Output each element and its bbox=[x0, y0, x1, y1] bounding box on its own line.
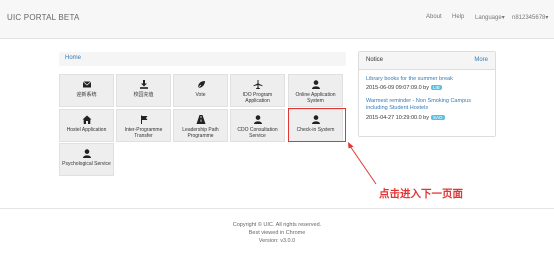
plane-icon bbox=[231, 80, 284, 89]
tile-label: CDO Consultation Service bbox=[237, 127, 278, 139]
notice-item-link[interactable]: Warmest reminder - Non Smoking Campus in… bbox=[366, 98, 490, 112]
flag-icon bbox=[117, 115, 170, 124]
breadcrumb: Home bbox=[59, 52, 346, 66]
footer-copyright: Copyright © UIC. All rights reserved. bbox=[232, 222, 322, 228]
tile-label: Psychological Service bbox=[62, 161, 111, 167]
tile-label: Leadership Path Programme bbox=[182, 127, 219, 139]
annotation-arrow bbox=[348, 142, 377, 185]
envelope-icon bbox=[60, 80, 113, 89]
top-navbar: UIC PORTAL BETA About Help Language▾ n81… bbox=[0, 0, 554, 39]
home-icon bbox=[60, 115, 113, 124]
user-icon bbox=[231, 115, 284, 124]
breadcrumb-home-link[interactable]: Home bbox=[65, 55, 81, 61]
tile-leadership-path-programme[interactable]: Leadership Path Programme bbox=[173, 109, 228, 142]
notice-item-meta: 2015-04-27 10:29:00.0 by SAO bbox=[366, 115, 445, 121]
highlight-box bbox=[288, 108, 346, 142]
tile-label: Online Application System bbox=[295, 92, 336, 104]
notice-item-badge: LIB bbox=[431, 85, 442, 91]
notice-item-date: 2015-06-09 09:07:09.0 by bbox=[366, 85, 429, 91]
nav-about-link[interactable]: About bbox=[426, 14, 442, 20]
road-icon bbox=[174, 115, 227, 124]
tile-hostel-application[interactable]: Hostel Application bbox=[59, 109, 114, 142]
brand-title[interactable]: UIC PORTAL BETA bbox=[7, 13, 80, 22]
tile-inter-programme-transfer[interactable]: Inter-Programme Transfer bbox=[116, 109, 171, 142]
tile-campus-topup[interactable]: 校园充值 bbox=[116, 74, 171, 107]
tile-orientation-system[interactable]: 迎新系统 bbox=[59, 74, 114, 107]
tile-label: Inter-Programme Transfer bbox=[124, 127, 163, 139]
notice-header: Notice More bbox=[359, 52, 495, 70]
tile-ido-program-application[interactable]: IDO Program Application bbox=[230, 74, 285, 107]
user-icon bbox=[60, 149, 113, 158]
nav-language-dropdown[interactable]: Language▾ bbox=[475, 14, 505, 21]
tile-cdo-consultation-service[interactable]: CDO Consultation Service bbox=[230, 109, 285, 142]
footer-version: Version: v3.0.0 bbox=[258, 238, 296, 244]
notice-item-date: 2015-04-27 10:29:00.0 by bbox=[366, 115, 429, 121]
nav-help-link[interactable]: Help bbox=[452, 14, 464, 20]
annotation-text: 点击进入下一页面 bbox=[379, 188, 463, 200]
tile-label: IDO Program Application bbox=[242, 92, 273, 104]
footer-browser-note: Best viewed in Chrome bbox=[248, 230, 306, 236]
tile-psychological-service[interactable]: Psychological Service bbox=[59, 143, 114, 176]
notice-title: Notice bbox=[366, 57, 384, 63]
tile-label: 校园充值 bbox=[133, 92, 154, 98]
tile-label: Hostel Application bbox=[66, 127, 107, 133]
user-icon bbox=[289, 80, 342, 89]
notice-more-link[interactable]: More bbox=[474, 57, 488, 63]
nav-user-dropdown[interactable]: n812345678▾ bbox=[512, 14, 548, 21]
notice-item-badge: SAO bbox=[431, 115, 445, 121]
notice-item-meta: 2015-06-09 09:07:09.0 by LIB bbox=[366, 85, 442, 91]
tile-vote[interactable]: Vote bbox=[173, 74, 228, 107]
tile-label: 迎新系统 bbox=[76, 92, 97, 98]
tile-online-application-system[interactable]: Online Application System bbox=[288, 74, 343, 107]
leaf-icon bbox=[174, 80, 227, 89]
download-icon bbox=[117, 80, 170, 89]
notice-item-link[interactable]: Library books for the summer break bbox=[366, 76, 453, 82]
notice-panel: Notice More Library books for the summer… bbox=[358, 51, 496, 137]
tile-label: Vote bbox=[195, 92, 206, 98]
footer-divider bbox=[0, 208, 554, 209]
